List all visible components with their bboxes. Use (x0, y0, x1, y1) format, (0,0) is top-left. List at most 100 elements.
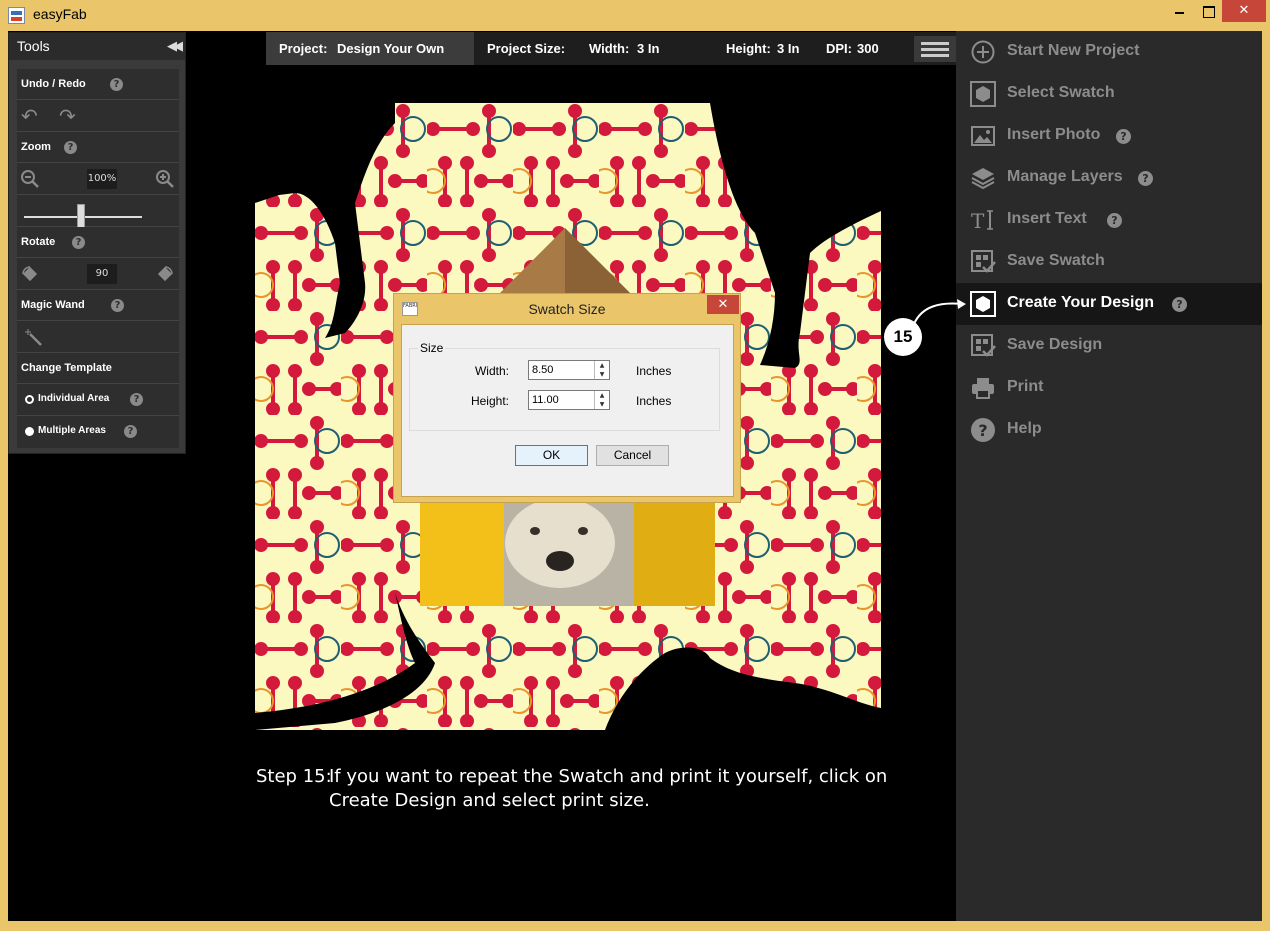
undo-icon[interactable]: ↶ (21, 106, 38, 126)
menu-item-label: Select Swatch (1007, 84, 1115, 101)
height-field-label: Height: (470, 394, 509, 408)
svg-text:?: ? (978, 421, 987, 440)
zoom-in-icon[interactable] (155, 169, 175, 189)
collapse-icon[interactable]: ◀◀ (167, 38, 183, 54)
project-bar: Project: Design Your Own Project Size: W… (266, 32, 956, 65)
zoom-slider-thumb[interactable] (77, 204, 85, 228)
radio-selected-icon[interactable] (25, 395, 34, 404)
project-name: Design Your Own (337, 41, 445, 56)
menu-item-label: Print (1007, 378, 1044, 395)
project-size-label: Project Size: (487, 41, 566, 56)
rotate-help-icon[interactable]: ? (72, 236, 85, 249)
hexagon-icon (970, 81, 996, 107)
zoom-controls-row: 100% (17, 163, 179, 195)
swatch-size-dialog: Swatch Size FABRIC ✕ Size Width: 8.50 ▲ … (393, 293, 741, 503)
text-icon: T (971, 209, 993, 233)
close-button[interactable]: ✕ (1222, 0, 1266, 22)
width-spinner[interactable]: 8.50 ▲ ▼ (528, 360, 610, 380)
zoom-help-icon[interactable]: ? (64, 141, 77, 154)
step-number-badge: 15 (884, 318, 922, 356)
help-circle-icon: ? (971, 418, 995, 442)
width-field-label: Width: (474, 364, 509, 378)
step-text: If you want to repeat the Swatch and pri… (329, 766, 888, 811)
radio-unselected-icon[interactable] (25, 427, 34, 436)
menu-item-create-your-design[interactable]: Create Your Design ? (956, 283, 1262, 325)
menu-icon[interactable] (914, 36, 956, 62)
height-label: Height: (726, 41, 771, 56)
menu-item-label: Create Your Design (1007, 294, 1155, 311)
step-label: Step 15: (256, 766, 332, 787)
template-option-multiple[interactable]: Multiple Areas ? (17, 416, 179, 448)
ok-button[interactable]: OK (515, 445, 588, 466)
dialog-body: Size Width: 8.50 ▲ ▼ Inches Height: 11.0… (401, 324, 734, 497)
undo-redo-row: Undo / Redo ? (17, 69, 179, 100)
title-bar[interactable]: easyFab ✕ (0, 0, 1270, 31)
tools-panel: Tools ◀◀ Undo / Redo ? ↶ ↷ Zoom ? 100% R… (8, 32, 186, 454)
spin-down-icon[interactable]: ▼ (595, 400, 609, 409)
cancel-button[interactable]: Cancel (596, 445, 669, 466)
create-design-help-icon[interactable]: ? (1172, 297, 1187, 312)
dialog-close-button[interactable]: ✕ (707, 295, 739, 314)
menu-item-label: Save Swatch (1007, 252, 1105, 269)
dpi-value: 300 (857, 41, 879, 56)
menu-item-save-design[interactable]: Save Design (956, 325, 1262, 367)
zoom-value[interactable]: 100% (87, 169, 117, 189)
insert-photo-help-icon[interactable]: ? (1116, 129, 1131, 144)
magic-wand-icon[interactable] (24, 328, 44, 348)
menu-item-save-swatch[interactable]: Save Swatch (956, 241, 1262, 283)
undo-redo-label: Undo / Redo (21, 78, 86, 90)
dialog-title[interactable]: Swatch Size (394, 294, 740, 324)
insert-text-help-icon[interactable]: ? (1107, 213, 1122, 228)
magic-wand-help-icon[interactable]: ? (111, 299, 124, 312)
magic-wand-label: Magic Wand (21, 299, 85, 311)
magic-wand-tool-row (17, 321, 179, 353)
spin-up-icon[interactable]: ▲ (595, 361, 609, 370)
spin-down-icon[interactable]: ▼ (595, 370, 609, 379)
menu-item-start-new-project[interactable]: Start New Project (956, 31, 1262, 73)
rotate-controls-row: 90 (17, 258, 179, 290)
plus-circle-icon (971, 40, 995, 64)
maximize-button[interactable] (1195, 0, 1221, 22)
menu-item-label: Start New Project (1007, 42, 1140, 59)
magic-wand-row: Magic Wand ? (17, 290, 179, 321)
individual-area-help-icon[interactable]: ? (130, 393, 143, 406)
undo-redo-help-icon[interactable]: ? (110, 78, 123, 91)
hexagon-icon (970, 291, 996, 317)
manage-layers-help-icon[interactable]: ? (1138, 171, 1153, 186)
callout-arrow (913, 299, 966, 325)
app-icon (8, 7, 25, 24)
rotate-value[interactable]: 90 (87, 264, 117, 284)
menu-item-label: Insert Text (1007, 210, 1087, 227)
width-spinner-value[interactable]: 8.50 (532, 364, 553, 376)
height-spinner[interactable]: 11.00 ▲ ▼ (528, 390, 610, 410)
menu-item-print[interactable]: Print (956, 367, 1262, 409)
minimize-button[interactable] (1166, 0, 1192, 22)
rotate-left-icon[interactable] (20, 264, 40, 284)
menu-item-insert-photo[interactable]: Insert Photo ? (956, 115, 1262, 157)
height-spinner-value[interactable]: 11.00 (532, 394, 559, 406)
tools-title: Tools (17, 38, 50, 54)
menu-item-select-swatch[interactable]: Select Swatch (956, 73, 1262, 115)
menu-item-manage-layers[interactable]: Manage Layers ? (956, 157, 1262, 199)
multiple-areas-help-icon[interactable]: ? (124, 425, 137, 438)
menu-item-label: Insert Photo (1007, 126, 1101, 143)
zoom-slider-row (17, 195, 179, 227)
spin-up-icon[interactable]: ▲ (595, 391, 609, 400)
rotate-label: Rotate (21, 236, 56, 248)
template-option-individual[interactable]: Individual Area ? (17, 384, 179, 416)
rotate-row: Rotate ? (17, 227, 179, 258)
redo-icon[interactable]: ↷ (59, 106, 76, 126)
menu-item-help[interactable]: ? Help (956, 409, 1262, 451)
window-title: easyFab (33, 6, 87, 22)
zoom-row: Zoom ? (17, 132, 179, 163)
menu-item-insert-text[interactable]: T Insert Text ? (956, 199, 1262, 241)
project-label: Project: (279, 41, 328, 56)
save-grid-icon (971, 250, 996, 273)
photo-icon (971, 126, 995, 146)
zoom-out-icon[interactable] (20, 169, 40, 189)
undo-redo-buttons-row: ↶ ↷ (17, 100, 179, 132)
rotate-right-icon[interactable] (155, 264, 175, 284)
printer-icon (972, 378, 994, 399)
width-spinner-buttons: ▲ ▼ (594, 361, 609, 379)
change-template-label: Change Template (21, 362, 112, 374)
